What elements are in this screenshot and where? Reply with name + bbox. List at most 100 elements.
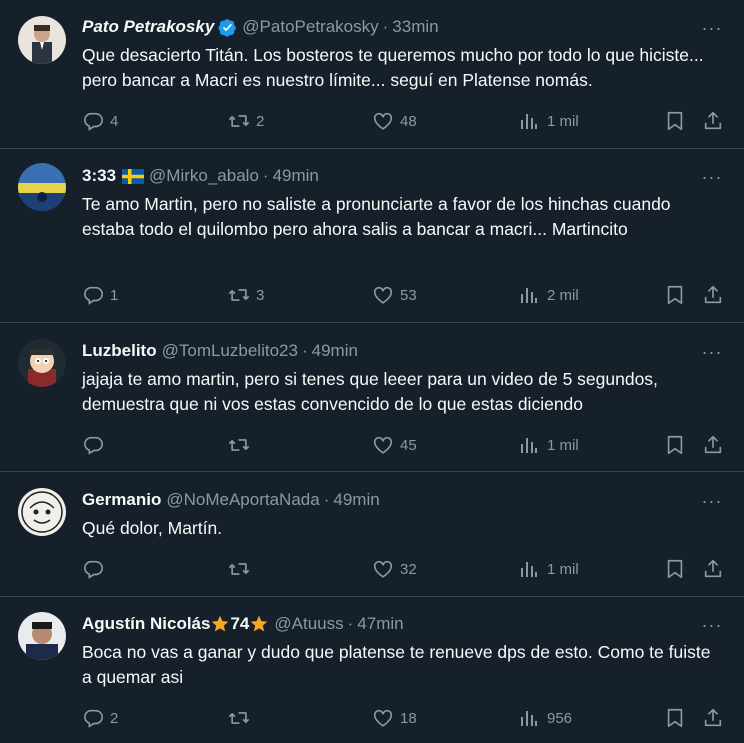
avatar[interactable]	[18, 488, 66, 536]
reply-button[interactable]: 4	[82, 109, 118, 133]
separator-dot: ·	[347, 614, 354, 633]
like-button[interactable]: 53	[372, 283, 417, 307]
display-name[interactable]: Luzbelito	[82, 340, 157, 362]
bookmark-button[interactable]	[664, 706, 686, 730]
timestamp[interactable]: 49min	[312, 340, 358, 362]
view-count: 1 mil	[547, 112, 579, 130]
retweet-icon	[228, 115, 250, 127]
display-name[interactable]: 3:33	[82, 165, 116, 187]
share-button[interactable]	[702, 283, 724, 307]
tweet-card[interactable]: Pato Petrakosky @PatoPetrakosky · 33min …	[0, 0, 744, 149]
more-options-icon[interactable]: ···	[700, 613, 724, 637]
like-button[interactable]: 45	[372, 433, 417, 457]
reply-icon	[84, 286, 103, 305]
tweet-actions: 32 1 mil	[0, 557, 744, 581]
separator-dot: ·	[262, 166, 269, 185]
bookmark-button[interactable]	[664, 109, 686, 133]
display-name[interactable]: Germanio	[82, 489, 161, 511]
user-handle[interactable]: @NoMeAportaNada	[166, 489, 319, 511]
avatar[interactable]	[18, 339, 66, 387]
like-button[interactable]: 18	[372, 706, 417, 730]
user-handle[interactable]: @Mirko_abalo	[149, 165, 259, 187]
avatar[interactable]	[18, 163, 66, 211]
star-icon	[249, 614, 269, 634]
share-button[interactable]	[702, 557, 724, 581]
timestamp[interactable]: 47min	[357, 613, 403, 635]
bookmark-button[interactable]	[664, 283, 686, 307]
retweet-icon	[228, 289, 250, 301]
views-button[interactable]: 956	[519, 706, 572, 730]
views-chart-icon	[521, 438, 537, 453]
display-name[interactable]: Agustín Nicolás	[82, 613, 210, 635]
bookmark-button[interactable]	[664, 433, 686, 457]
tweet-header: Agustín Nicolás 74 @Atuuss · 47min	[82, 613, 684, 635]
tweet-text: Boca no vas a ganar y dudo que platense …	[82, 642, 711, 687]
retweet-button[interactable]: 2	[228, 109, 264, 133]
like-button[interactable]: 32	[372, 557, 417, 581]
display-name[interactable]: Pato Petrakosky	[82, 16, 214, 38]
avatar[interactable]	[18, 612, 66, 660]
like-count: 45	[400, 436, 417, 454]
reply-icon	[84, 112, 103, 131]
retweet-button[interactable]	[228, 706, 256, 730]
views-button[interactable]: 1 mil	[519, 557, 579, 581]
retweet-button[interactable]	[228, 557, 256, 581]
view-count: 956	[547, 709, 573, 727]
views-button[interactable]: 1 mil	[519, 109, 579, 133]
tweet-card[interactable]: Agustín Nicolás 74 @Atuuss · 47min ··· B…	[0, 597, 744, 743]
views-chart-icon	[521, 114, 537, 129]
share-icon	[704, 111, 722, 130]
heart-icon	[373, 709, 393, 727]
tweet-header: Germanio @NoMeAportaNada · 49min	[82, 489, 684, 511]
tweet-card[interactable]: Luzbelito @TomLuzbelito23 · 49min ··· ja…	[0, 323, 744, 472]
like-count: 48	[400, 112, 417, 130]
retweet-button[interactable]	[228, 433, 256, 457]
views-button[interactable]: 2 mil	[519, 283, 579, 307]
separator-dot: ·	[382, 17, 389, 36]
user-handle[interactable]: @PatoPetrakosky	[242, 16, 378, 38]
tweet-header: 3:33 @Mirko_abalo · 49min	[82, 165, 684, 187]
retweet-icon	[228, 563, 250, 575]
share-icon	[704, 708, 722, 727]
retweet-button[interactable]: 3	[228, 283, 264, 307]
reply-button[interactable]: 1	[82, 283, 118, 307]
user-handle[interactable]: @TomLuzbelito23	[162, 340, 298, 362]
more-options-icon[interactable]: ···	[700, 16, 724, 40]
more-options-icon[interactable]: ···	[700, 489, 724, 513]
views-button[interactable]: 1 mil	[519, 433, 579, 457]
more-options-icon[interactable]: ···	[700, 340, 724, 364]
verified-badge-icon	[218, 18, 237, 37]
reply-button[interactable]	[82, 433, 110, 457]
bookmark-icon	[667, 559, 683, 579]
user-handle[interactable]: @Atuuss	[274, 613, 343, 635]
heart-icon	[373, 560, 393, 578]
tweet-actions: 2 18 956	[0, 706, 744, 730]
like-count: 18	[400, 709, 417, 727]
reply-feed: Pato Petrakosky @PatoPetrakosky · 33min …	[0, 0, 744, 743]
separator-dot: ·	[323, 490, 330, 509]
timestamp[interactable]: 33min	[392, 16, 438, 38]
avatar[interactable]	[18, 16, 66, 64]
more-options-icon[interactable]: ···	[700, 165, 724, 189]
reply-button[interactable]	[82, 557, 110, 581]
timestamp[interactable]: 49min	[273, 165, 319, 187]
display-name-number: 74	[230, 614, 250, 633]
tweet-text: Que desacierto Titán. Los bosteros te qu…	[82, 45, 704, 90]
views-chart-icon	[521, 562, 537, 577]
tweet-card[interactable]: Germanio @NoMeAportaNada · 49min ··· Qué…	[0, 472, 744, 597]
bookmark-icon	[667, 435, 683, 455]
star-icon	[210, 614, 230, 634]
share-button[interactable]	[702, 433, 724, 457]
tweet-card[interactable]: 3:33 @Mirko_abalo · 49min ··· Te amo Mar…	[0, 149, 744, 323]
reply-icon	[84, 560, 103, 579]
share-button[interactable]	[702, 109, 724, 133]
reply-button[interactable]: 2	[82, 706, 118, 730]
like-button[interactable]: 48	[372, 109, 417, 133]
share-button[interactable]	[702, 706, 724, 730]
share-icon	[704, 285, 722, 304]
timestamp[interactable]: 49min	[333, 489, 379, 511]
bookmark-icon	[667, 111, 683, 131]
views-chart-icon	[521, 711, 537, 726]
bookmark-button[interactable]	[664, 557, 686, 581]
heart-icon	[373, 436, 393, 454]
